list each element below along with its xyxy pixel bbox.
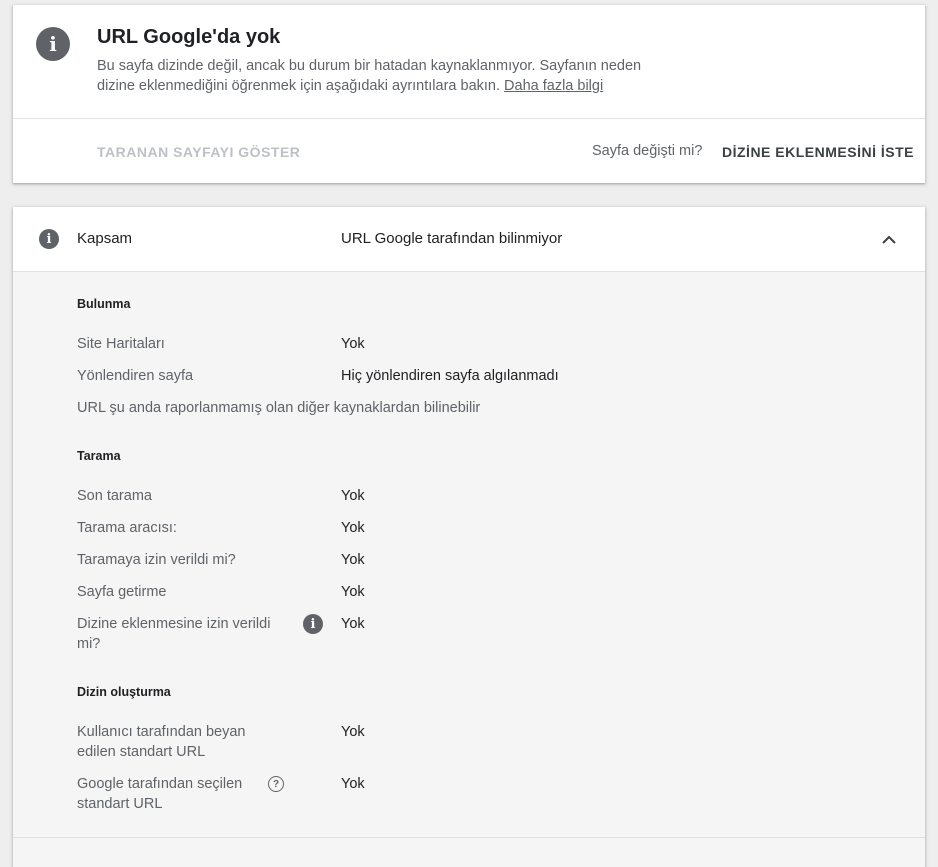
coverage-value: URL Google tarafından bilinmiyor <box>341 230 563 247</box>
status-title: URL Google'da yok <box>97 26 281 48</box>
google-canonical-label: Google tarafından seçilen standart URL <box>77 776 243 812</box>
view-crawled-page-button[interactable]: TARANAN SAYFAYI GÖSTER <box>97 144 300 160</box>
status-description: Bu sayfa dizinde değil, ancak bu durum b… <box>97 56 677 96</box>
crawler-label: Tarama aracısı: <box>77 520 177 536</box>
last-crawl-value: Yok <box>341 488 365 504</box>
divider <box>13 837 925 838</box>
index-allowed-label: Dizine eklenmesine izin verildi mi? <box>77 616 271 652</box>
sitemaps-value: Yok <box>341 336 365 352</box>
page-changed-question: Sayfa değişti mi? <box>592 143 703 159</box>
section-title-discovery: Bulunma <box>77 297 131 311</box>
page-fetch-value: Yok <box>341 584 365 600</box>
crawl-allowed-label: Taramaya izin verildi mi? <box>77 552 236 568</box>
user-canonical-label: Kullanıcı tarafından beyan edilen standa… <box>77 724 246 760</box>
referring-page-value: Hiç yönlendiren sayfa algılanmadı <box>341 368 559 384</box>
google-canonical-value: Yok <box>341 776 365 792</box>
request-indexing-button[interactable]: DİZİNE EKLENMESİNİ İSTE <box>722 144 914 160</box>
crawler-value: Yok <box>341 520 365 536</box>
sitemaps-label: Site Haritaları <box>77 336 165 352</box>
user-canonical-value: Yok <box>341 724 365 740</box>
learn-more-link[interactable]: Daha fazla bilgi <box>504 78 603 94</box>
status-card: i URL Google'da yok Bu sayfa dizinde değ… <box>13 5 925 183</box>
last-crawl-label: Son tarama <box>77 488 152 504</box>
discovery-note: URL şu anda raporlanmamış olan diğer kay… <box>77 400 481 416</box>
info-icon: i <box>36 27 70 61</box>
divider <box>13 118 925 119</box>
help-icon[interactable]: ? <box>268 776 284 792</box>
index-allowed-value: Yok <box>341 616 365 632</box>
info-icon[interactable]: i <box>303 614 323 634</box>
coverage-card: i Kapsam URL Google tarafından bilinmiyo… <box>13 207 925 867</box>
section-title-indexing: Dizin oluşturma <box>77 685 171 699</box>
info-icon: i <box>39 229 59 249</box>
section-title-crawl: Tarama <box>77 449 121 463</box>
coverage-header[interactable]: i Kapsam URL Google tarafından bilinmiyo… <box>13 207 925 272</box>
chevron-up-icon[interactable] <box>879 229 899 249</box>
page-fetch-label: Sayfa getirme <box>77 584 167 600</box>
coverage-details: Bulunma Site Haritaları Yok Yönlendiren … <box>13 272 925 867</box>
coverage-label: Kapsam <box>77 230 133 247</box>
crawl-allowed-value: Yok <box>341 552 365 568</box>
referring-page-label: Yönlendiren sayfa <box>77 368 194 384</box>
